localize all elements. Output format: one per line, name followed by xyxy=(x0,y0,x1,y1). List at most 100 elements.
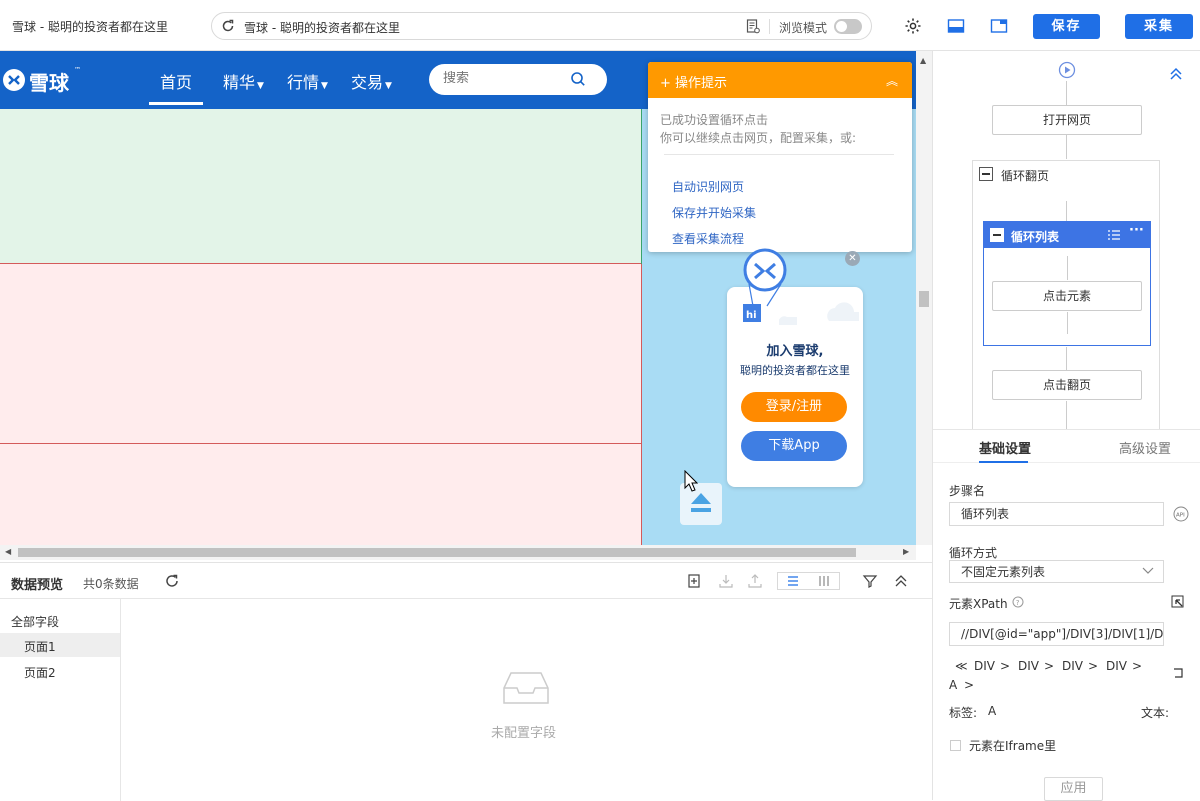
list-view-icon[interactable] xyxy=(787,576,799,586)
webview-horizontal-scrollbar[interactable]: ◀ ▶ xyxy=(0,545,916,560)
all-fields-label[interactable]: 全部字段 xyxy=(11,613,59,630)
address-text[interactable]: 雪球 - 聪明的投资者都在这里 xyxy=(244,19,400,36)
view-flow-link[interactable]: 查看采集流程 xyxy=(672,230,744,247)
tab-active-indicator xyxy=(979,461,1028,463)
import-icon[interactable] xyxy=(718,573,734,589)
nav-trade[interactable]: 交易 ▼ xyxy=(351,69,392,93)
site-logo[interactable]: 雪球 ™ xyxy=(0,66,90,95)
export-icon[interactable] xyxy=(747,573,763,589)
reload-icon[interactable] xyxy=(221,19,235,33)
scroll-left-icon[interactable]: ◀ xyxy=(5,547,11,556)
api-icon[interactable]: API xyxy=(1173,506,1189,522)
add-field-icon[interactable] xyxy=(686,573,702,589)
refresh-icon[interactable] xyxy=(164,573,180,589)
view-mode-toggle[interactable] xyxy=(777,572,840,590)
page-item-label: 页面1 xyxy=(24,640,56,654)
caret-down-icon: ▼ xyxy=(321,81,328,91)
scroll-right-icon[interactable]: ▶ xyxy=(903,547,909,556)
site-search-input[interactable] xyxy=(443,71,563,86)
preview-title: 数据预览 xyxy=(11,578,64,593)
loop-page-label: 循环翻页 xyxy=(1001,169,1050,183)
tip-header[interactable]: + 操作提示 ︽ xyxy=(648,62,912,98)
close-icon[interactable]: ✕ xyxy=(845,251,860,266)
gear-icon[interactable] xyxy=(904,17,922,35)
auto-detect-link[interactable]: 自动识别网页 xyxy=(672,178,744,195)
tag-label: 标签: xyxy=(949,706,978,720)
page-settings-icon[interactable] xyxy=(746,19,760,34)
workflow-panel: 打开网页 循环翻页 循环列表 ··· 点击元素 点击翻页 基础设置 高级设置 步… xyxy=(932,51,1200,801)
nav-market[interactable]: 行情 ▼ xyxy=(287,69,328,93)
play-start-icon[interactable] xyxy=(1058,61,1076,79)
xpath-input[interactable]: //DIV[@id="app"]/DIV[3]/DIV[1]/DIV xyxy=(949,622,1164,646)
tab-advanced-settings[interactable]: 高级设置 xyxy=(1119,438,1171,457)
preview-header: 数据预览 共0条数据 xyxy=(0,563,932,599)
layout-right-icon[interactable] xyxy=(990,17,1008,35)
apply-button[interactable]: 应用 xyxy=(1044,777,1103,801)
highlighted-loop-area[interactable] xyxy=(0,109,641,264)
chevron-up-icon[interactable] xyxy=(893,573,909,589)
search-icon[interactable] xyxy=(570,71,586,87)
nav-market-label: 行情 xyxy=(287,73,320,92)
collect-button[interactable]: 采集 xyxy=(1125,14,1193,39)
card-subheading: 聪明的投资者都在这里 xyxy=(740,364,850,377)
settings-tabs: 基础设置 高级设置 xyxy=(933,429,1200,463)
breadcrumb-separator-icon: > xyxy=(1132,659,1143,673)
chevron-up-icon[interactable]: ︽ xyxy=(886,72,898,89)
site-search[interactable] xyxy=(429,64,607,95)
loop-mode-label: 循环方式 xyxy=(949,546,998,560)
operation-tip-panel: + 操作提示 ︽ 已成功设置循环点击 你可以继续点击网页，配置采集，或: 自动识… xyxy=(648,62,912,252)
step-name-input[interactable]: 循环列表 xyxy=(949,502,1164,526)
nav-active-indicator xyxy=(149,102,203,105)
chevron-up-icon[interactable] xyxy=(1168,66,1184,82)
top-toolbar: 雪球 - 聪明的投资者都在这里 雪球 - 聪明的投资者都在这里 浏览模式 保存 … xyxy=(0,0,1200,51)
scrollbar-thumb[interactable] xyxy=(18,548,856,557)
scroll-up-icon[interactable]: ▲ xyxy=(920,56,926,65)
download-app-button[interactable]: 下载App xyxy=(741,431,847,461)
nav-featured[interactable]: 精华 ▼ xyxy=(223,69,264,93)
breadcrumb-item[interactable]: A xyxy=(949,678,957,692)
loop-mode-select[interactable]: 不固定元素列表 xyxy=(949,560,1164,583)
element-select-icon[interactable] xyxy=(1171,595,1185,609)
breadcrumb-item[interactable]: DIV xyxy=(1106,659,1127,673)
webview-vertical-scrollbar[interactable]: ▲ xyxy=(916,51,932,545)
save-button[interactable]: 保存 xyxy=(1033,14,1100,39)
step-click-next-page[interactable]: 点击翻页 xyxy=(992,370,1142,400)
column-view-icon[interactable] xyxy=(818,576,830,586)
breadcrumb-separator-icon: > xyxy=(1000,659,1011,673)
breadcrumb-item[interactable]: DIV xyxy=(974,659,995,673)
xpath-label: 元素XPath xyxy=(949,595,1008,612)
iframe-checkbox[interactable] xyxy=(950,740,961,751)
flow-connector xyxy=(1067,256,1068,280)
flow-connector xyxy=(1067,312,1068,334)
save-and-collect-link[interactable]: 保存并开始采集 xyxy=(672,204,756,221)
highlighted-list-item[interactable] xyxy=(0,264,641,444)
chevron-down-icon[interactable] xyxy=(1142,567,1154,575)
web-view[interactable]: 雪球 ™ 首页 精华▼ 行情▼ 交易▼ + 操作提示 ︽ 已成功设置循环点击 你… xyxy=(0,51,916,545)
browse-mode-toggle[interactable] xyxy=(834,19,862,34)
breadcrumb-separator-icon: > xyxy=(964,678,975,692)
loop-mode-value: 不固定元素列表 xyxy=(961,565,1046,579)
step-open-page[interactable]: 打开网页 xyxy=(992,105,1142,135)
login-register-button[interactable]: 登录/注册 xyxy=(741,392,847,422)
tab-basic-settings[interactable]: 基础设置 xyxy=(979,438,1031,457)
breadcrumb-item[interactable]: DIV xyxy=(1018,659,1039,673)
step-click-element[interactable]: 点击元素 xyxy=(992,281,1142,311)
tip-message: 你可以继续点击网页，配置采集，或: xyxy=(660,131,857,145)
list-icon[interactable] xyxy=(1108,230,1120,240)
more-icon[interactable]: ··· xyxy=(1129,223,1144,238)
page-item[interactable]: 页面2 xyxy=(0,659,120,683)
help-icon[interactable]: ? xyxy=(1012,596,1024,608)
nav-home[interactable]: 首页 xyxy=(160,69,192,93)
highlighted-list-item[interactable] xyxy=(0,444,641,545)
scrollbar-thumb[interactable] xyxy=(919,291,929,307)
breadcrumb-item[interactable]: DIV xyxy=(1062,659,1083,673)
page-item[interactable]: 页面1 xyxy=(0,633,120,657)
collapse-icon[interactable] xyxy=(990,228,1004,242)
filter-icon[interactable] xyxy=(862,573,878,589)
return-icon[interactable] xyxy=(1172,667,1184,679)
layout-bottom-icon[interactable] xyxy=(947,17,965,35)
address-bar[interactable]: 雪球 - 聪明的投资者都在这里 浏览模式 xyxy=(211,12,872,40)
collapse-icon[interactable] xyxy=(979,167,993,181)
breadcrumb-back-icon[interactable]: ≪ xyxy=(955,659,968,673)
step-loop-list[interactable]: 循环列表 ··· 点击元素 xyxy=(983,221,1151,346)
